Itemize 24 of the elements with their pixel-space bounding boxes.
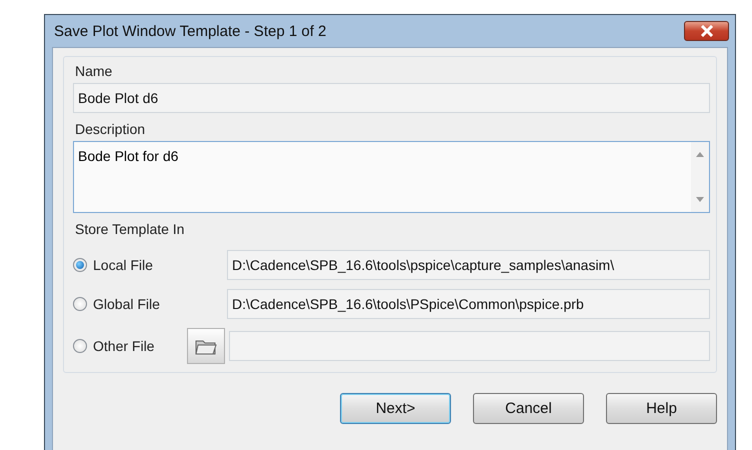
radio-icon[interactable] (73, 258, 87, 272)
name-label: Name (75, 63, 114, 79)
radio-option[interactable]: Local File (73, 257, 187, 273)
dialog-button[interactable]: Help (606, 393, 717, 424)
scroll-down-icon[interactable] (696, 197, 704, 202)
dialog-button[interactable]: Next> (340, 393, 451, 424)
radio-option[interactable]: Other File (73, 338, 187, 354)
scroll-up-icon[interactable] (696, 152, 704, 157)
path-field[interactable]: D:\Cadence\SPB_16.6\tools\pspice\capture_samples\anasim\ (227, 250, 710, 280)
browse-button[interactable] (187, 328, 225, 364)
description-field[interactable]: Bode Plot for d6 (73, 141, 710, 213)
name-field[interactable]: Bode Plot d6 (73, 83, 710, 113)
store-label: Store Template In (75, 221, 186, 237)
path-field[interactable] (229, 331, 710, 361)
close-icon (700, 25, 714, 37)
window-title: Save Plot Window Template - Step 1 of 2 (54, 22, 326, 40)
dialog-button[interactable]: Cancel (473, 393, 584, 424)
radio-icon[interactable] (73, 339, 87, 353)
path-field[interactable]: D:\Cadence\SPB_16.6\tools\PSpice\Common\pspice.prb (227, 289, 710, 319)
radio-icon[interactable] (73, 297, 87, 311)
radio-option[interactable]: Global File (73, 296, 187, 312)
scrollbar[interactable] (691, 142, 709, 212)
close-button[interactable] (684, 21, 729, 41)
description-label: Description (75, 121, 146, 137)
